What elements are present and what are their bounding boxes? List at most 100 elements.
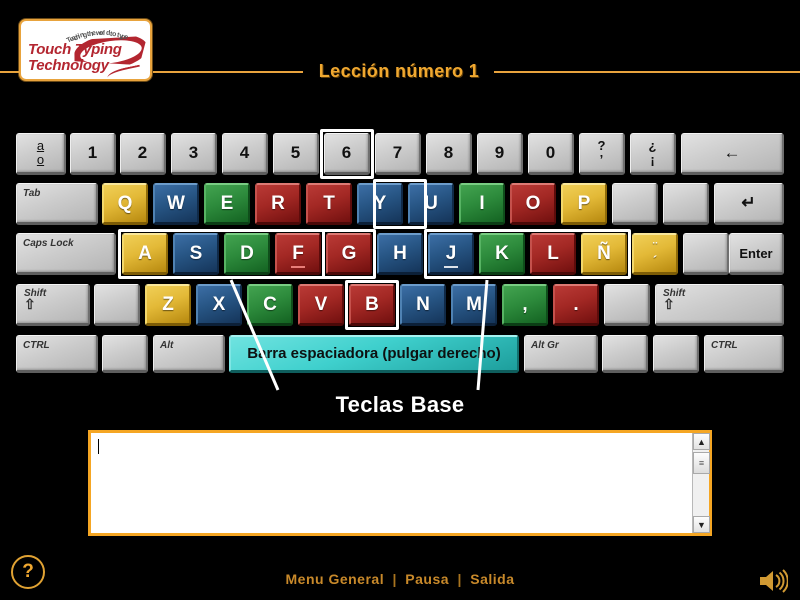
key-9[interactable]: 9 bbox=[477, 133, 523, 175]
key-spacebar[interactable]: Barra espaciadora (pulgar derecho) bbox=[229, 335, 519, 373]
key-o[interactable]: O bbox=[510, 183, 556, 225]
key-l[interactable]: L bbox=[530, 233, 576, 275]
key-3[interactable]: 3 bbox=[171, 133, 217, 175]
typing-area[interactable]: ▲ ≡ ▼ bbox=[88, 430, 712, 536]
key-shift[interactable]: Shift ⇧ bbox=[655, 284, 784, 326]
key-s[interactable]: S bbox=[173, 233, 219, 275]
key-[interactable]: ¿ ¡ bbox=[630, 133, 676, 175]
key-label-top: ? bbox=[597, 138, 606, 154]
footer-separator-2: | bbox=[457, 571, 462, 587]
key-x[interactable]: X bbox=[196, 284, 242, 326]
key-b[interactable]: B bbox=[349, 284, 395, 326]
key-label: Tab bbox=[23, 188, 41, 199]
key-label: CTRL bbox=[711, 340, 738, 351]
key-[interactable]: Ñ bbox=[581, 233, 627, 275]
key-tab[interactable]: Tab bbox=[16, 183, 98, 225]
key-j[interactable]: J bbox=[428, 233, 474, 275]
key-0[interactable]: 0 bbox=[528, 133, 574, 175]
salida-link[interactable]: Salida bbox=[470, 571, 514, 587]
scroll-down-icon[interactable]: ▼ bbox=[693, 516, 710, 533]
key-k[interactable]: K bbox=[479, 233, 525, 275]
shift-arrow-icon: ⇧ bbox=[663, 296, 675, 312]
key-i[interactable]: I bbox=[459, 183, 505, 225]
key-1[interactable]: 1 bbox=[70, 133, 116, 175]
key-t[interactable]: T bbox=[306, 183, 352, 225]
key-y[interactable]: Y bbox=[357, 183, 403, 225]
key-label: CTRL bbox=[23, 340, 50, 351]
key-h[interactable]: H bbox=[377, 233, 423, 275]
key-u[interactable]: U bbox=[408, 183, 454, 225]
key-a[interactable]: A bbox=[122, 233, 168, 275]
menu-general-link[interactable]: Menu General bbox=[286, 571, 385, 587]
key-z[interactable]: Z bbox=[145, 284, 191, 326]
scrollbar-thumb[interactable]: ≡ bbox=[693, 452, 710, 474]
key-ctrl[interactable]: CTRL bbox=[16, 335, 98, 373]
key-ctrl[interactable]: CTRL bbox=[704, 335, 784, 373]
key-g[interactable]: G bbox=[326, 233, 372, 275]
key-q[interactable]: Q bbox=[102, 183, 148, 225]
key-blank[interactable] bbox=[604, 284, 650, 326]
key-v[interactable]: V bbox=[298, 284, 344, 326]
key-dual-labels: ao bbox=[37, 139, 44, 166]
key-8[interactable]: 8 bbox=[426, 133, 472, 175]
typing-input[interactable] bbox=[91, 433, 692, 533]
key-label-top: ¿ bbox=[648, 138, 657, 154]
key-f[interactable]: F bbox=[275, 233, 321, 275]
key-blank[interactable] bbox=[94, 284, 140, 326]
text-caret bbox=[98, 439, 99, 454]
key-[interactable]: ↵ bbox=[714, 183, 784, 225]
key-7[interactable]: 7 bbox=[375, 133, 421, 175]
key-[interactable]: ¨ ´ bbox=[632, 233, 678, 275]
key-label-top: ¨ bbox=[652, 238, 658, 254]
key-p[interactable]: P bbox=[561, 183, 607, 225]
speaker-icon[interactable] bbox=[758, 568, 789, 594]
home-keys-caption: Teclas Base bbox=[335, 392, 465, 417]
key-2[interactable]: 2 bbox=[120, 133, 166, 175]
key-blank[interactable] bbox=[102, 335, 148, 373]
key-[interactable]: , bbox=[502, 284, 548, 326]
key-4[interactable]: 4 bbox=[222, 133, 268, 175]
key-e[interactable]: E bbox=[204, 183, 250, 225]
key-m[interactable]: M bbox=[451, 284, 497, 326]
key-dual-labels: ¿ ¡ bbox=[649, 139, 657, 166]
key-label-bottom: ´ bbox=[652, 252, 658, 268]
key-d[interactable]: D bbox=[224, 233, 270, 275]
footer-separator-1: | bbox=[392, 571, 397, 587]
on-screen-keyboard: a o 1 2 3 4 5 6 7 8 9 0?’ ¿ ¡ ← Tab Q W E R T Y U I O P ↵ Caps Lock… bbox=[0, 0, 800, 380]
key-blank[interactable] bbox=[602, 335, 648, 373]
key-enter[interactable]: Enter bbox=[729, 233, 784, 275]
key-r[interactable]: R bbox=[255, 183, 301, 225]
typing-area-scrollbar[interactable]: ▲ ≡ ▼ bbox=[692, 433, 710, 533]
key-label-top: a bbox=[36, 138, 45, 154]
pausa-link[interactable]: Pausa bbox=[405, 571, 449, 587]
key-caps-lock[interactable]: Caps Lock bbox=[16, 233, 116, 275]
footer-navigation: Menu General | Pausa | Salida bbox=[0, 571, 800, 587]
shift-arrow-icon: ⇧ bbox=[24, 296, 36, 312]
scroll-up-icon[interactable]: ▲ bbox=[693, 433, 710, 450]
key-shift[interactable]: Shift ⇧ bbox=[16, 284, 90, 326]
key-6[interactable]: 6 bbox=[324, 133, 370, 175]
key-blank[interactable] bbox=[663, 183, 709, 225]
key-dual-labels: ¨ ´ bbox=[653, 240, 657, 267]
key-a-o[interactable]: ao bbox=[16, 133, 66, 175]
key-label: Caps Lock bbox=[23, 238, 74, 249]
key-alt[interactable]: Alt bbox=[153, 335, 225, 373]
key-w[interactable]: W bbox=[153, 183, 199, 225]
key-blank[interactable] bbox=[653, 335, 699, 373]
app-root: Teaching the world to type Touch Typing … bbox=[0, 0, 800, 600]
home-key-marker bbox=[444, 266, 458, 268]
key-blank[interactable] bbox=[683, 233, 729, 275]
key-label: Alt Gr bbox=[531, 340, 559, 351]
key-n[interactable]: N bbox=[400, 284, 446, 326]
home-key-marker bbox=[291, 266, 305, 268]
key-[interactable]: ← bbox=[681, 133, 784, 175]
key-c[interactable]: C bbox=[247, 284, 293, 326]
key-blank[interactable] bbox=[612, 183, 658, 225]
key-[interactable]: ?’ bbox=[579, 133, 625, 175]
key-label: Alt bbox=[160, 340, 174, 351]
key-[interactable]: . bbox=[553, 284, 599, 326]
key-5[interactable]: 5 bbox=[273, 133, 319, 175]
key-alt-gr[interactable]: Alt Gr bbox=[524, 335, 598, 373]
key-label-bottom: ’ bbox=[599, 152, 604, 167]
key-label-bottom: o bbox=[36, 152, 45, 167]
